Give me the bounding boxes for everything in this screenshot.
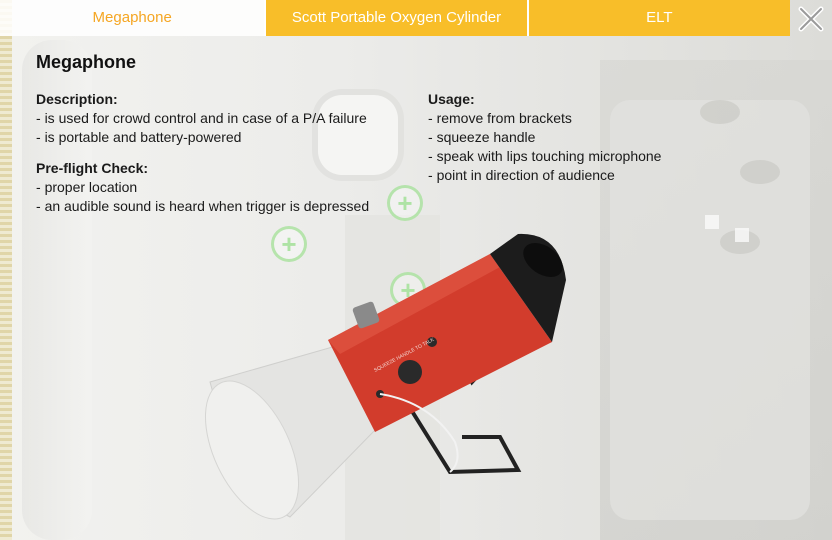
panel-switch (705, 215, 719, 229)
preflight-item: proper location (36, 178, 416, 197)
seat-strip (0, 0, 12, 540)
tab-bar: Megaphone Scott Portable Oxygen Cylinder… (0, 0, 790, 38)
preflight-section: Pre-flight Check: proper location an aud… (36, 159, 416, 216)
megaphone-image: SQUEEZE HANDLE TO TALK (204, 233, 566, 520)
panel-dial (740, 160, 780, 184)
usage-item: remove from brackets (428, 109, 728, 128)
close-icon[interactable] (798, 6, 824, 32)
usage-heading: Usage: (428, 91, 475, 107)
tab-scott-oxygen-cylinder[interactable]: Scott Portable Oxygen Cylinder (264, 0, 527, 36)
description-heading: Description: (36, 91, 118, 107)
panel-switch (735, 228, 749, 242)
tab-elt[interactable]: ELT (526, 0, 790, 36)
usage-section: Usage: remove from brackets squeeze hand… (428, 90, 728, 185)
preflight-heading: Pre-flight Check: (36, 160, 149, 176)
left-column: Description: is used for crowd control a… (36, 90, 416, 228)
usage-item: squeeze handle (428, 128, 728, 147)
description-section: Description: is used for crowd control a… (36, 90, 416, 147)
usage-item: point in direction of audience (428, 166, 728, 185)
description-item: is used for crowd control and in case of… (36, 109, 416, 128)
right-column: Usage: remove from brackets squeeze hand… (428, 90, 728, 197)
tab-megaphone[interactable]: Megaphone (0, 0, 265, 36)
preflight-item: an audible sound is heard when trigger i… (36, 197, 416, 216)
usage-item: speak with lips touching microphone (428, 147, 728, 166)
description-item: is portable and battery-powered (36, 128, 416, 147)
page-title: Megaphone (36, 52, 137, 72)
